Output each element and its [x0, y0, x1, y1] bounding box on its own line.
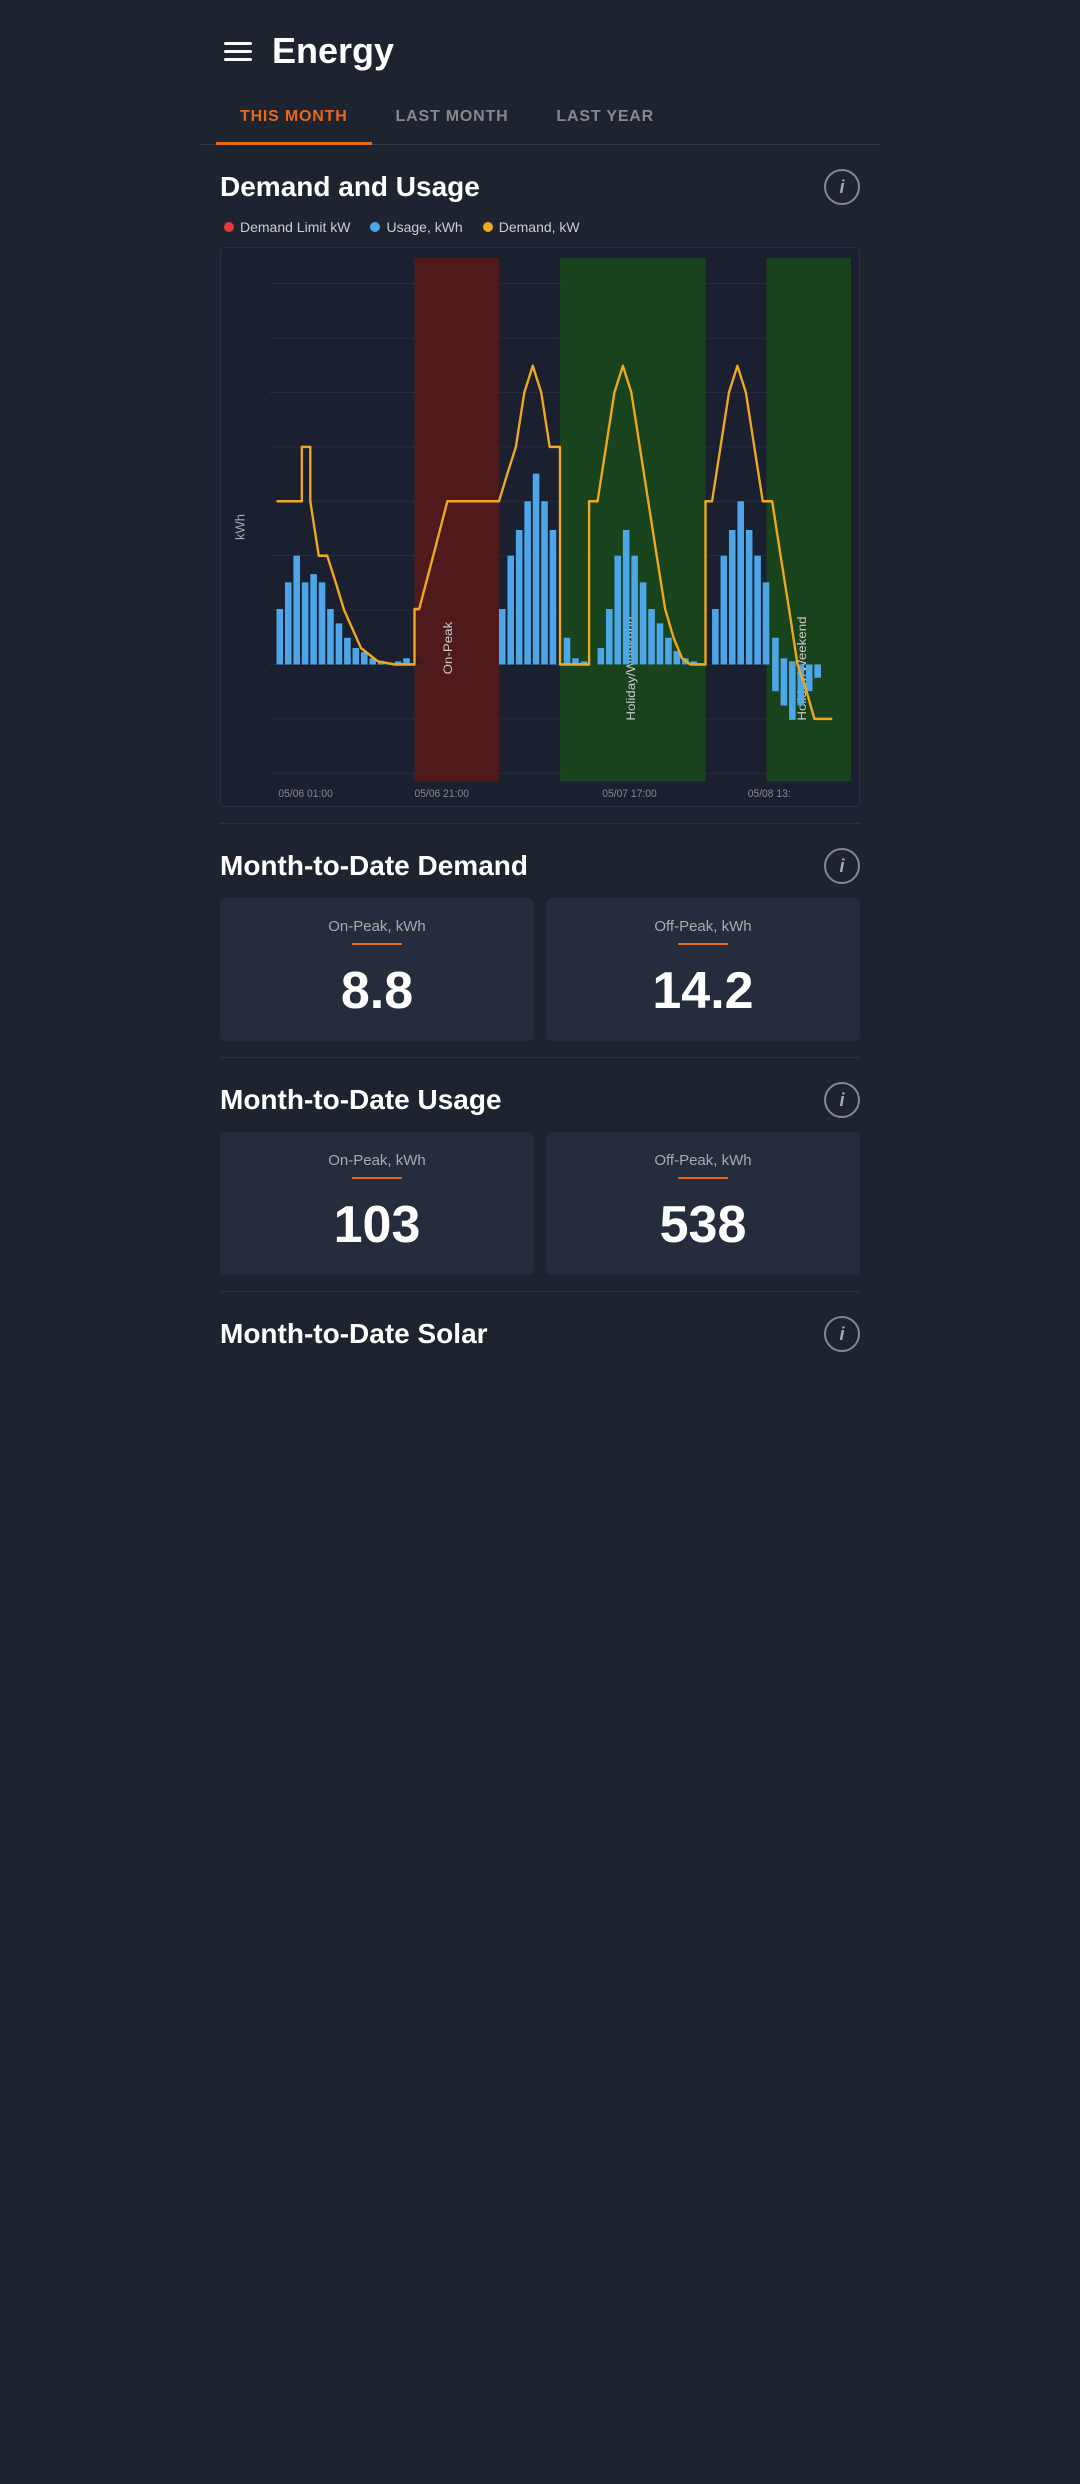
tab-last-month[interactable]: LAST MONTH: [372, 92, 533, 145]
tab-this-month[interactable]: THIS MONTH: [216, 92, 372, 145]
on-peak-usage-value: 103: [334, 1195, 421, 1255]
svg-text:05/06 21:00: 05/06 21:00: [415, 787, 469, 800]
month-to-date-demand-section: Month-to-Date Demand i On-Peak, kWh 8.8 …: [200, 824, 880, 1057]
menu-button[interactable]: [224, 42, 252, 61]
off-peak-usage-card: Off-Peak, kWh 538: [546, 1132, 860, 1275]
demand-usage-title: Demand and Usage: [220, 171, 480, 203]
tab-bar: THIS MONTH LAST MONTH LAST YEAR: [200, 92, 880, 145]
demand-stats-grid: On-Peak, kWh 8.8 Off-Peak, kWh 14.2: [220, 898, 860, 1041]
tab-last-year[interactable]: LAST YEAR: [532, 92, 678, 145]
off-peak-demand-label: Off-Peak, kWh: [654, 918, 751, 935]
on-peak-usage-label: On-Peak, kWh: [328, 1152, 426, 1169]
on-peak-usage-card: On-Peak, kWh 103: [220, 1132, 534, 1275]
month-to-date-solar-info-icon[interactable]: i: [824, 1316, 860, 1352]
off-peak-usage-underline: [678, 1177, 728, 1179]
legend-dot-demand: [483, 222, 493, 232]
header: Energy: [200, 0, 880, 92]
demand-usage-info-icon[interactable]: i: [824, 169, 860, 205]
usage-stats-grid: On-Peak, kWh 103 Off-Peak, kWh 538: [220, 1132, 860, 1275]
month-to-date-usage-info-icon[interactable]: i: [824, 1082, 860, 1118]
on-peak-usage-underline: [352, 1177, 402, 1179]
month-to-date-solar-section: Month-to-Date Solar i: [200, 1292, 880, 1382]
page-title: Energy: [272, 30, 394, 72]
off-peak-underline: [678, 943, 728, 945]
month-to-date-usage-title: Month-to-Date Usage: [220, 1084, 502, 1116]
on-peak-underline: [352, 943, 402, 945]
off-peak-demand-value: 14.2: [652, 961, 753, 1021]
demand-usage-chart: kWh 14 12 10 8 6 4 2 0 -2 -4: [220, 247, 860, 807]
y-axis-label: kWh: [233, 514, 248, 540]
svg-text:05/07 17:00: 05/07 17:00: [602, 787, 656, 800]
on-peak-demand-label: On-Peak, kWh: [328, 918, 426, 935]
legend-demand: Demand, kW: [483, 219, 580, 235]
off-peak-demand-card: Off-Peak, kWh 14.2: [546, 898, 860, 1041]
month-to-date-demand-info-icon[interactable]: i: [824, 848, 860, 884]
demand-usage-section: Demand and Usage i Demand Limit kW Usage…: [200, 145, 880, 823]
off-peak-usage-label: Off-Peak, kWh: [654, 1152, 751, 1169]
chart-svg: 14 12 10 8 6 4 2 0 -2 -4: [269, 258, 851, 802]
on-peak-demand-card: On-Peak, kWh 8.8: [220, 898, 534, 1041]
on-peak-demand-value: 8.8: [341, 961, 413, 1021]
legend-dot-demand-limit: [224, 222, 234, 232]
month-to-date-demand-title: Month-to-Date Demand: [220, 850, 528, 882]
svg-text:05/08 13:: 05/08 13:: [748, 787, 791, 800]
off-peak-usage-value: 538: [660, 1195, 747, 1255]
month-to-date-usage-section: Month-to-Date Usage i On-Peak, kWh 103 O…: [200, 1058, 880, 1291]
svg-text:On-Peak: On-Peak: [441, 621, 455, 674]
legend-demand-limit: Demand Limit kW: [224, 219, 350, 235]
chart-legend: Demand Limit kW Usage, kWh Demand, kW: [220, 219, 860, 235]
legend-dot-usage: [370, 222, 380, 232]
month-to-date-solar-title: Month-to-Date Solar: [220, 1318, 488, 1350]
legend-usage: Usage, kWh: [370, 219, 462, 235]
svg-text:05/06 01:00: 05/06 01:00: [278, 787, 332, 800]
